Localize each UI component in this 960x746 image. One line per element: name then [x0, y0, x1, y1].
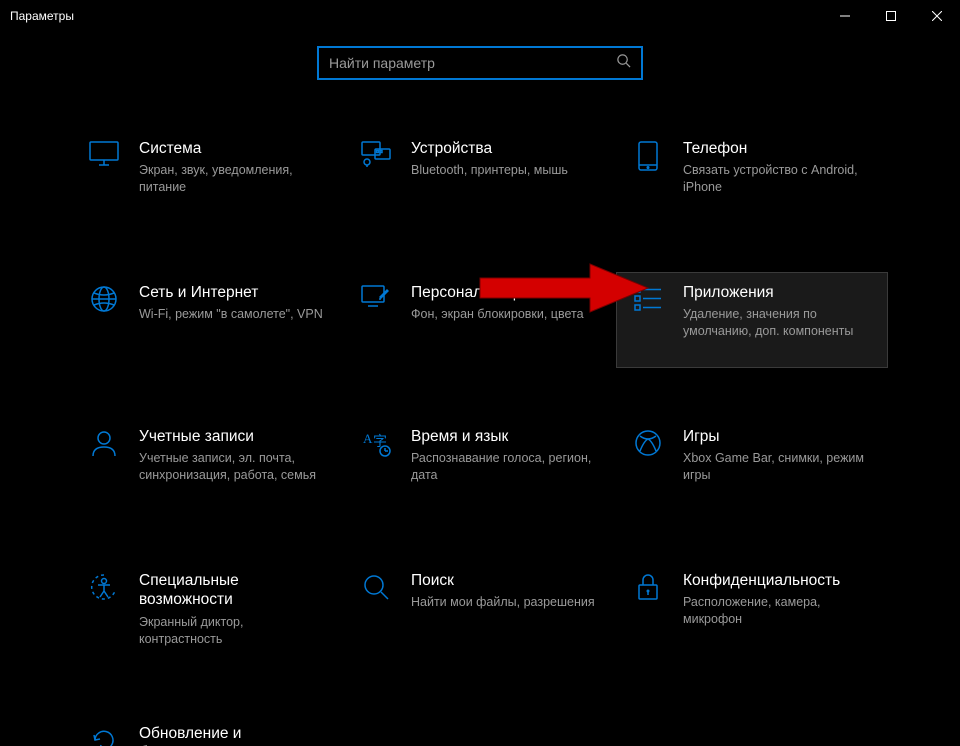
svg-text:字: 字 [373, 434, 387, 450]
tile-title: Время и язык [411, 427, 601, 446]
apps-icon [631, 283, 665, 351]
tile-title: Сеть и Интернет [139, 283, 329, 302]
tile-desc: Экран, звук, уведомления, питание [139, 162, 329, 196]
update-icon [87, 724, 121, 746]
tile-desc: Связать устройство с Android, iPhone [683, 162, 873, 196]
tile-title: Приложения [683, 283, 873, 302]
tile-desc: Xbox Game Bar, снимки, режим игры [683, 450, 873, 484]
svg-text:A: A [363, 431, 373, 446]
search-box[interactable] [317, 46, 643, 80]
personalization-icon [359, 283, 393, 351]
system-icon [87, 139, 121, 207]
tile-system[interactable]: Система Экран, звук, уведомления, питани… [72, 128, 344, 224]
tile-title: Обновление и безопасность [139, 724, 329, 746]
xbox-icon [631, 427, 665, 495]
search-icon [616, 53, 631, 73]
lock-icon [631, 571, 665, 648]
tile-apps[interactable]: Приложения Удаление, значения по умолчан… [616, 272, 888, 368]
window-controls [822, 0, 960, 32]
search-wrap [0, 46, 960, 80]
tile-title: Телефон [683, 139, 873, 158]
tile-desc: Экранный диктор, контрастность [139, 614, 329, 648]
maximize-button[interactable] [868, 0, 914, 32]
tile-title: Специальные возможности [139, 571, 329, 610]
tile-update[interactable]: Обновление и безопасность Обновления Win… [72, 713, 344, 746]
close-icon [932, 11, 942, 21]
settings-grid: Система Экран, звук, уведомления, питани… [0, 128, 960, 746]
tile-ease-of-access[interactable]: Специальные возможности Экранный диктор,… [72, 560, 344, 665]
accounts-icon [87, 427, 121, 495]
search-tile-icon [359, 571, 393, 648]
search-input[interactable] [329, 55, 616, 71]
tile-accounts[interactable]: Учетные записи Учетные записи, эл. почта… [72, 416, 344, 512]
devices-icon [359, 139, 393, 207]
tile-desc: Учетные записи, эл. почта, синхронизация… [139, 450, 329, 484]
tile-title: Поиск [411, 571, 601, 590]
tile-devices[interactable]: Устройства Bluetooth, принтеры, мышь [344, 128, 616, 224]
tile-desc: Распознавание голоса, регион, дата [411, 450, 601, 484]
tile-search[interactable]: Поиск Найти мои файлы, разрешения [344, 560, 616, 665]
tile-desc: Расположение, камера, микрофон [683, 594, 873, 628]
tile-time-language[interactable]: A字 Время и язык Распознавание голоса, ре… [344, 416, 616, 512]
window-title: Параметры [10, 9, 74, 23]
tile-title: Устройства [411, 139, 601, 158]
tile-title: Игры [683, 427, 873, 446]
tile-desc: Wi-Fi, режим "в самолете", VPN [139, 306, 329, 323]
tile-desc: Фон, экран блокировки, цвета [411, 306, 601, 323]
tile-phone[interactable]: Телефон Связать устройство с Android, iP… [616, 128, 888, 224]
tile-personalization[interactable]: Персонализация Фон, экран блокировки, цв… [344, 272, 616, 368]
minimize-button[interactable] [822, 0, 868, 32]
tile-title: Система [139, 139, 329, 158]
maximize-icon [886, 11, 896, 21]
globe-icon [87, 283, 121, 351]
minimize-icon [840, 11, 850, 21]
ease-of-access-icon [87, 571, 121, 648]
titlebar: Параметры [0, 0, 960, 32]
tile-desc: Bluetooth, принтеры, мышь [411, 162, 601, 179]
tile-desc: Найти мои файлы, разрешения [411, 594, 601, 611]
tile-privacy[interactable]: Конфиденциальность Расположение, камера,… [616, 560, 888, 665]
tile-network[interactable]: Сеть и Интернет Wi-Fi, режим "в самолете… [72, 272, 344, 368]
phone-icon [631, 139, 665, 207]
tile-title: Конфиденциальность [683, 571, 873, 590]
tile-desc: Удаление, значения по умолчанию, доп. ко… [683, 306, 873, 340]
tile-title: Персонализация [411, 283, 601, 302]
time-language-icon: A字 [359, 427, 393, 495]
close-button[interactable] [914, 0, 960, 32]
tile-gaming[interactable]: Игры Xbox Game Bar, снимки, режим игры [616, 416, 888, 512]
tile-title: Учетные записи [139, 427, 329, 446]
